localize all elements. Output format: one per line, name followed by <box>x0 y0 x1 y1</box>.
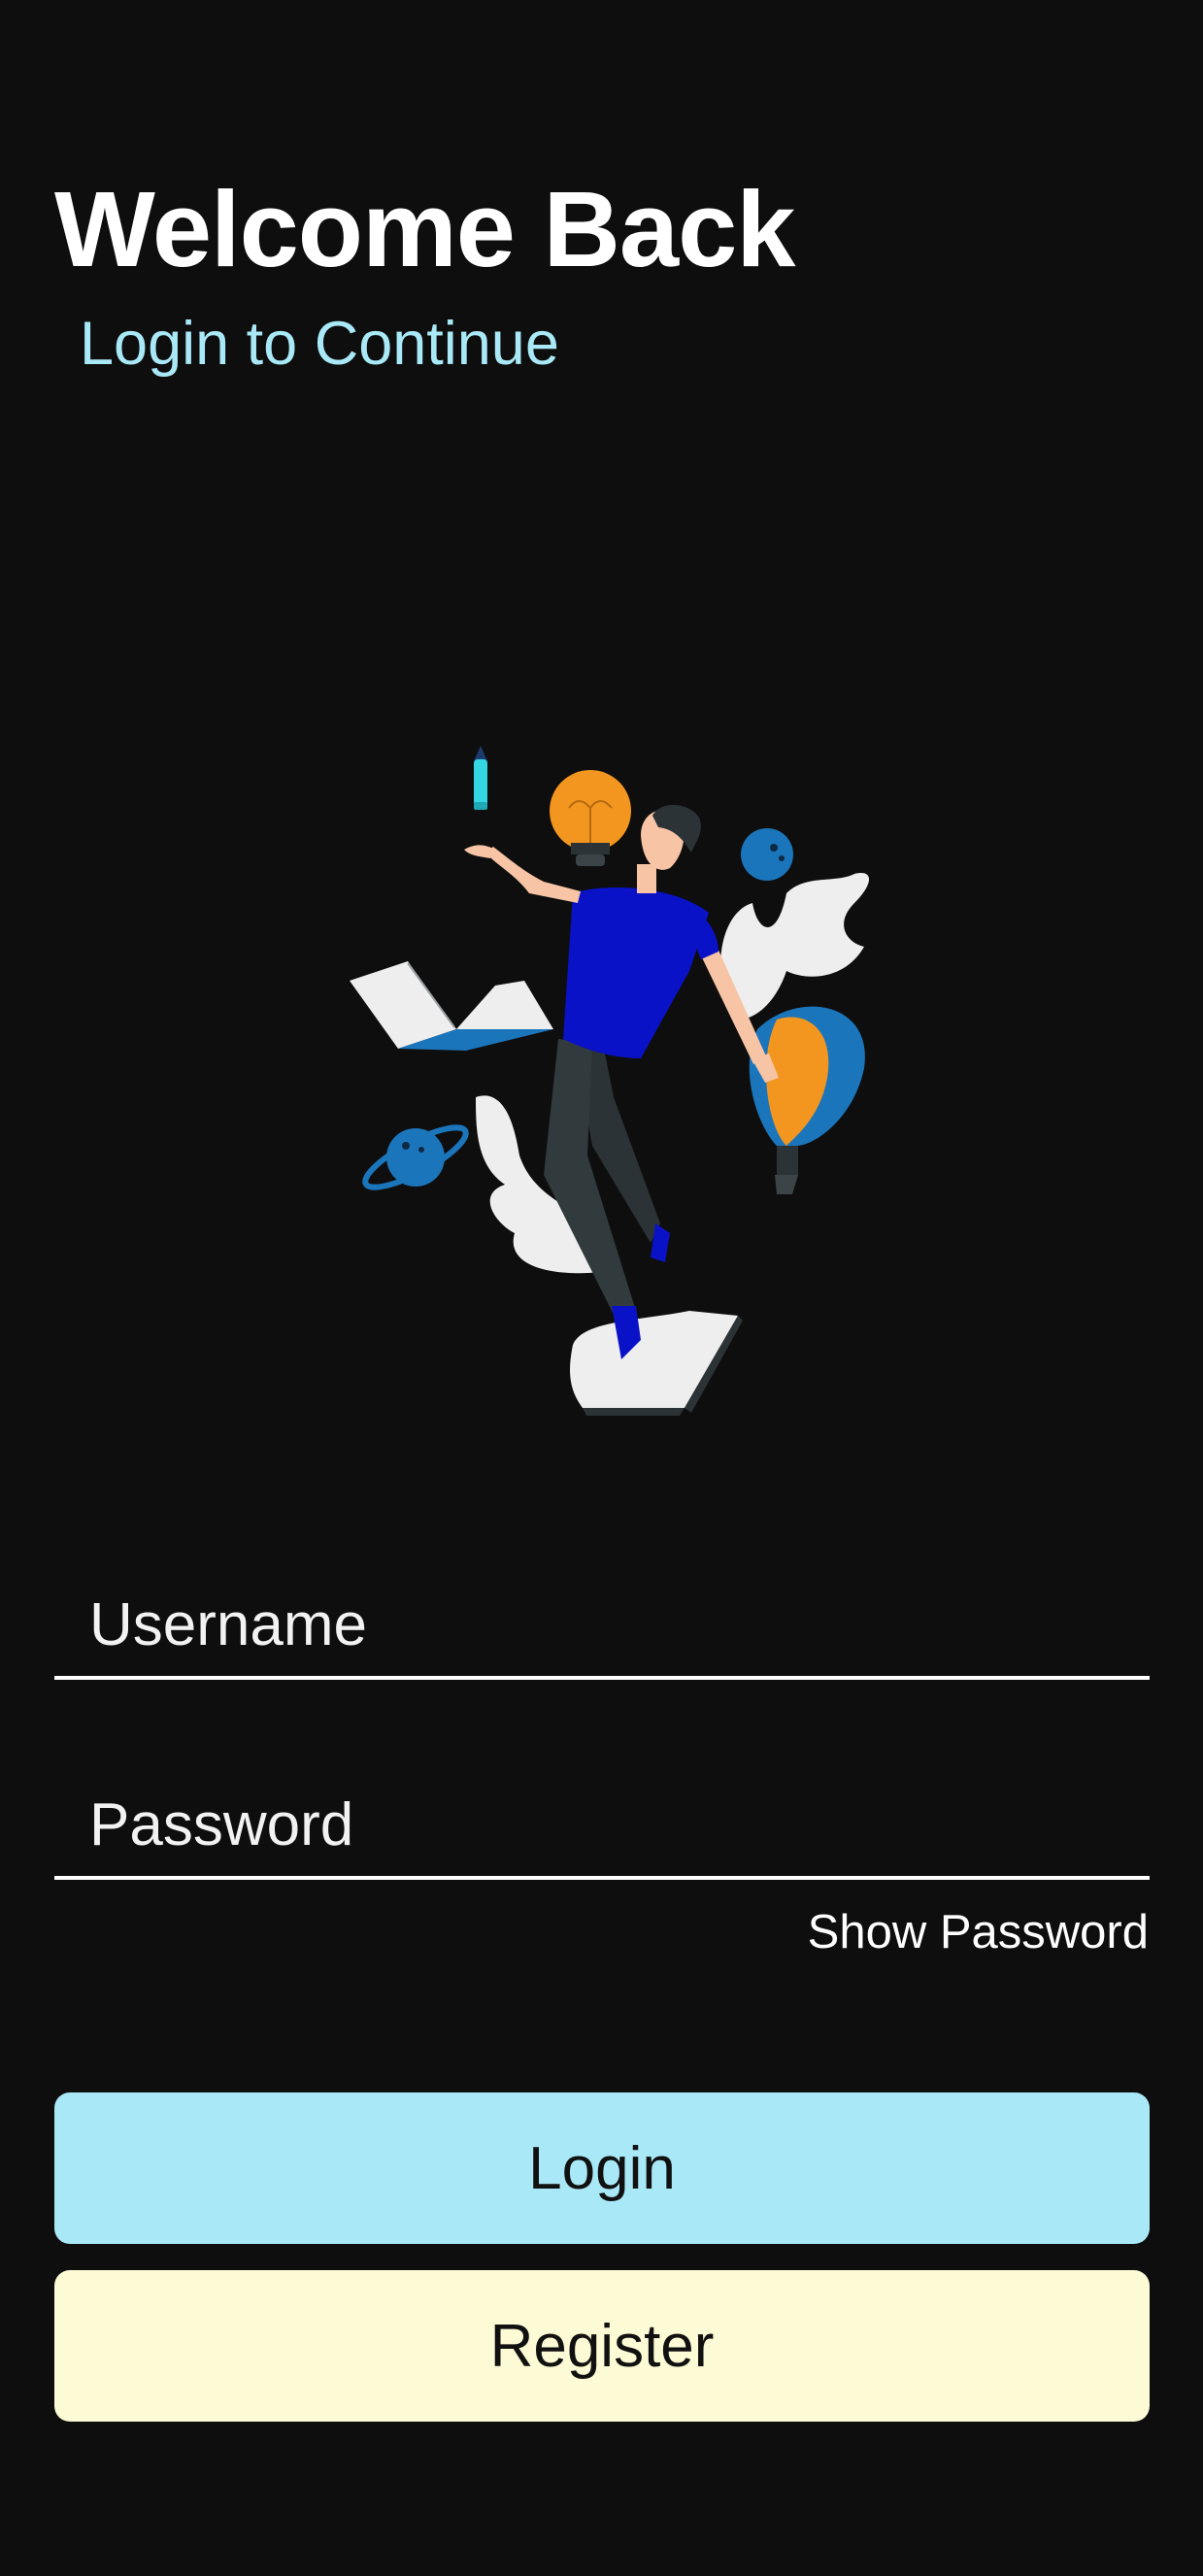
person-figure <box>464 804 779 1359</box>
username-field[interactable] <box>54 1573 1150 1680</box>
book-icon <box>350 961 553 1051</box>
login-screen: Welcome Back Login to Continue Username … <box>0 0 1203 2576</box>
password-input[interactable] <box>54 1773 1150 1876</box>
password-field[interactable] <box>54 1773 1150 1880</box>
person-floating-ideas-illustration <box>350 746 869 1416</box>
light-bulb-icon <box>550 770 631 866</box>
planet-icon <box>362 1124 469 1190</box>
register-button[interactable]: Register <box>54 2270 1150 2422</box>
notebook-icon <box>570 1311 743 1416</box>
balloon-icon <box>749 1006 865 1194</box>
show-password-toggle[interactable]: Show Password <box>808 1905 1149 1959</box>
register-button-label: Register <box>489 2312 715 2380</box>
username-input[interactable] <box>54 1573 1150 1676</box>
page-subtitle: Login to Continue <box>80 310 559 378</box>
page-title: Welcome Back <box>54 170 795 289</box>
ball-icon <box>741 828 793 881</box>
leaf-shape <box>720 873 869 1020</box>
login-button[interactable]: Login <box>54 2092 1150 2244</box>
pencil-icon <box>474 746 487 810</box>
login-button-label: Login <box>528 2134 676 2202</box>
